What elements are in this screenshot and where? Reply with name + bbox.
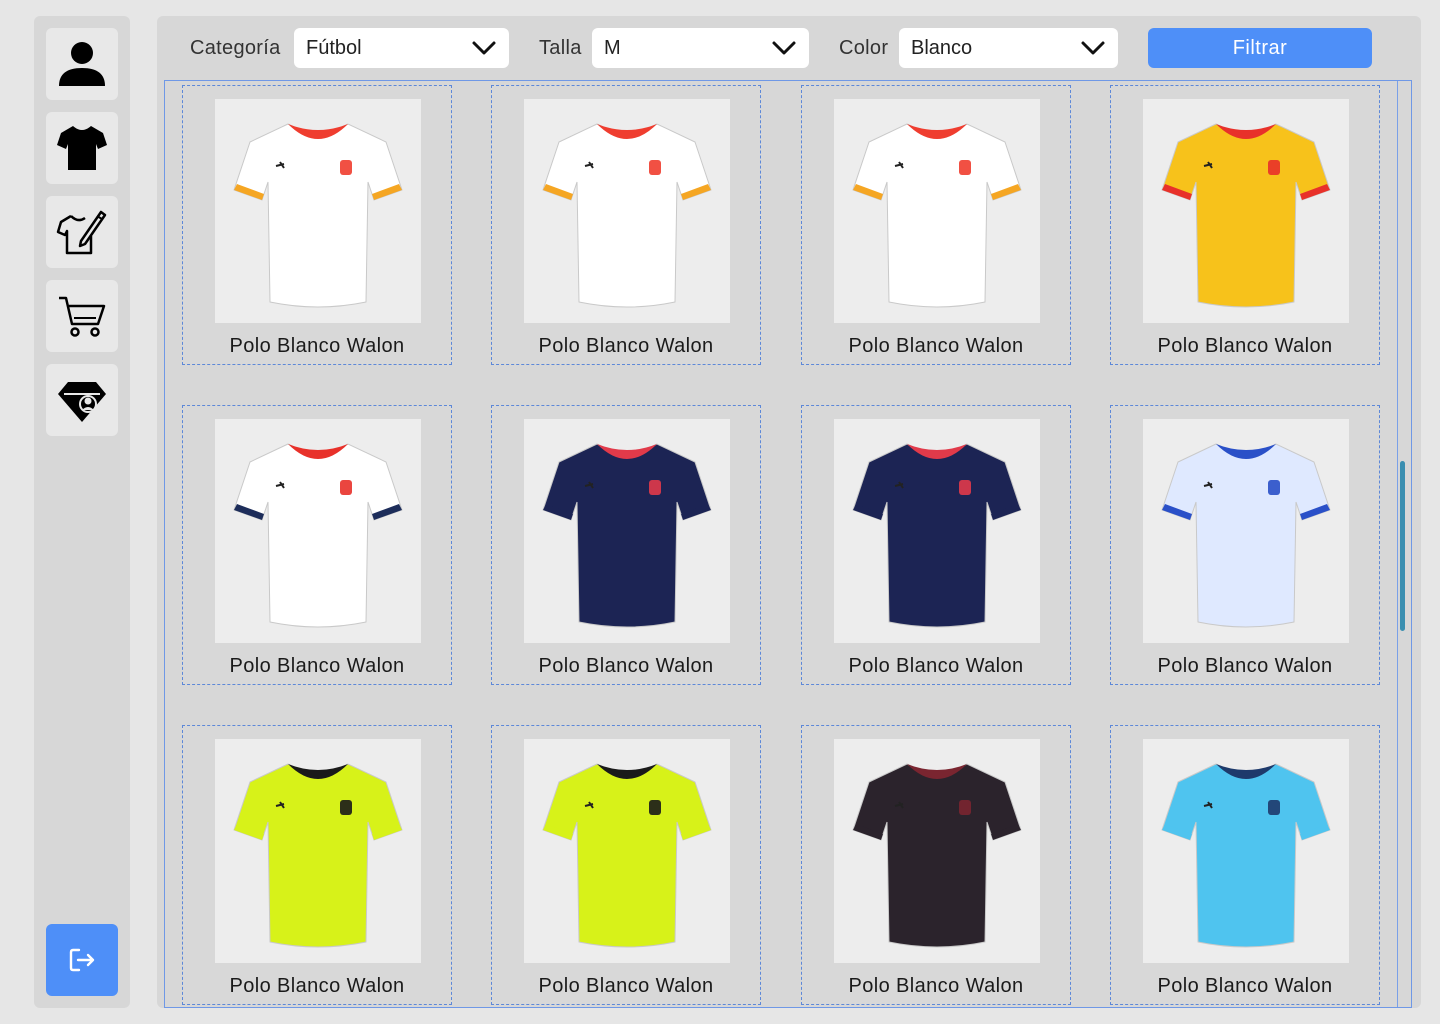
- product-name: Polo Blanco Walon: [848, 655, 1024, 677]
- color-label: Color: [839, 37, 889, 59]
- design-shirt-icon: [56, 210, 107, 255]
- product-image: [1143, 99, 1349, 323]
- product-card[interactable]: Polo Blanco Walon: [801, 725, 1071, 1005]
- jersey-image: [542, 443, 712, 628]
- jersey-image: [1161, 123, 1331, 308]
- jersey-image: [542, 763, 712, 948]
- jersey-image: [1161, 763, 1331, 948]
- color-select[interactable]: Blanco: [899, 28, 1118, 68]
- product-name: Polo Blanco Walon: [1157, 655, 1333, 677]
- logout-button[interactable]: [46, 924, 118, 996]
- filter-button[interactable]: Filtrar: [1148, 28, 1372, 68]
- main-panel: Categoría Fútbol Talla M Color Blanco Fi…: [157, 16, 1421, 1008]
- jersey-image: [233, 443, 403, 628]
- size-label: Talla: [539, 37, 582, 59]
- product-image: [524, 419, 730, 643]
- product-card[interactable]: Polo Blanco Walon: [801, 405, 1071, 685]
- product-name: Polo Blanco Walon: [848, 975, 1024, 997]
- jersey-image: [233, 123, 403, 308]
- color-value: Blanco: [911, 36, 973, 59]
- jersey-image: [233, 763, 403, 948]
- category-label: Categoría: [190, 37, 281, 59]
- sidebar-item-cart[interactable]: [46, 280, 118, 352]
- sidebar-item-account[interactable]: [46, 364, 118, 436]
- product-name: Polo Blanco Walon: [1157, 975, 1333, 997]
- product-card[interactable]: Polo Blanco Walon: [801, 85, 1071, 365]
- scrollbar[interactable]: [1397, 81, 1405, 1007]
- product-card[interactable]: Polo Blanco Walon: [491, 725, 761, 1005]
- size-value: M: [604, 36, 621, 59]
- product-name: Polo Blanco Walon: [1157, 335, 1333, 357]
- product-name: Polo Blanco Walon: [848, 335, 1024, 357]
- product-card[interactable]: Polo Blanco Walon: [182, 85, 452, 365]
- user-icon: [59, 42, 105, 86]
- logout-icon: [69, 948, 95, 972]
- product-image: [215, 419, 421, 643]
- jersey-image: [542, 123, 712, 308]
- tshirt-icon: [57, 126, 107, 170]
- product-image: [524, 99, 730, 323]
- profile-badge-icon: [58, 382, 106, 422]
- sidebar: [34, 16, 130, 1008]
- category-select[interactable]: Fútbol: [294, 28, 509, 68]
- product-card[interactable]: Polo Blanco Walon: [491, 85, 761, 365]
- product-image: [834, 739, 1040, 963]
- product-card[interactable]: Polo Blanco Walon: [1110, 725, 1380, 1005]
- product-name: Polo Blanco Walon: [538, 335, 714, 357]
- product-card[interactable]: Polo Blanco Walon: [182, 405, 452, 685]
- cart-icon: [59, 296, 106, 337]
- product-card[interactable]: Polo Blanco Walon: [491, 405, 761, 685]
- product-grid: Polo Blanco Walon Polo Blanco Walon Polo B…: [165, 81, 1400, 1007]
- product-card[interactable]: Polo Blanco Walon: [182, 725, 452, 1005]
- product-grid-container: Polo Blanco Walon Polo Blanco Walon Polo B…: [164, 80, 1412, 1008]
- chevron-down-icon: [472, 41, 496, 55]
- chevron-down-icon: [772, 41, 796, 55]
- product-name: Polo Blanco Walon: [229, 655, 405, 677]
- product-image: [524, 739, 730, 963]
- jersey-image: [852, 763, 1022, 948]
- sidebar-item-profile[interactable]: [46, 28, 118, 100]
- category-value: Fútbol: [306, 36, 362, 59]
- jersey-image: [852, 123, 1022, 308]
- app: Categoría Fútbol Talla M Color Blanco Fi…: [0, 0, 1440, 1024]
- product-image: [215, 739, 421, 963]
- product-image: [834, 99, 1040, 323]
- sidebar-item-products[interactable]: [46, 112, 118, 184]
- jersey-image: [852, 443, 1022, 628]
- product-name: Polo Blanco Walon: [229, 335, 405, 357]
- jersey-image: [1161, 443, 1331, 628]
- scrollbar-thumb[interactable]: [1400, 461, 1405, 631]
- chevron-down-icon: [1081, 41, 1105, 55]
- product-name: Polo Blanco Walon: [229, 975, 405, 997]
- product-name: Polo Blanco Walon: [538, 655, 714, 677]
- product-name: Polo Blanco Walon: [538, 975, 714, 997]
- product-image: [1143, 419, 1349, 643]
- sidebar-item-design[interactable]: [46, 196, 118, 268]
- product-image: [1143, 739, 1349, 963]
- size-select[interactable]: M: [592, 28, 809, 68]
- product-image: [834, 419, 1040, 643]
- product-image: [215, 99, 421, 323]
- product-card[interactable]: Polo Blanco Walon: [1110, 85, 1380, 365]
- product-card[interactable]: Polo Blanco Walon: [1110, 405, 1380, 685]
